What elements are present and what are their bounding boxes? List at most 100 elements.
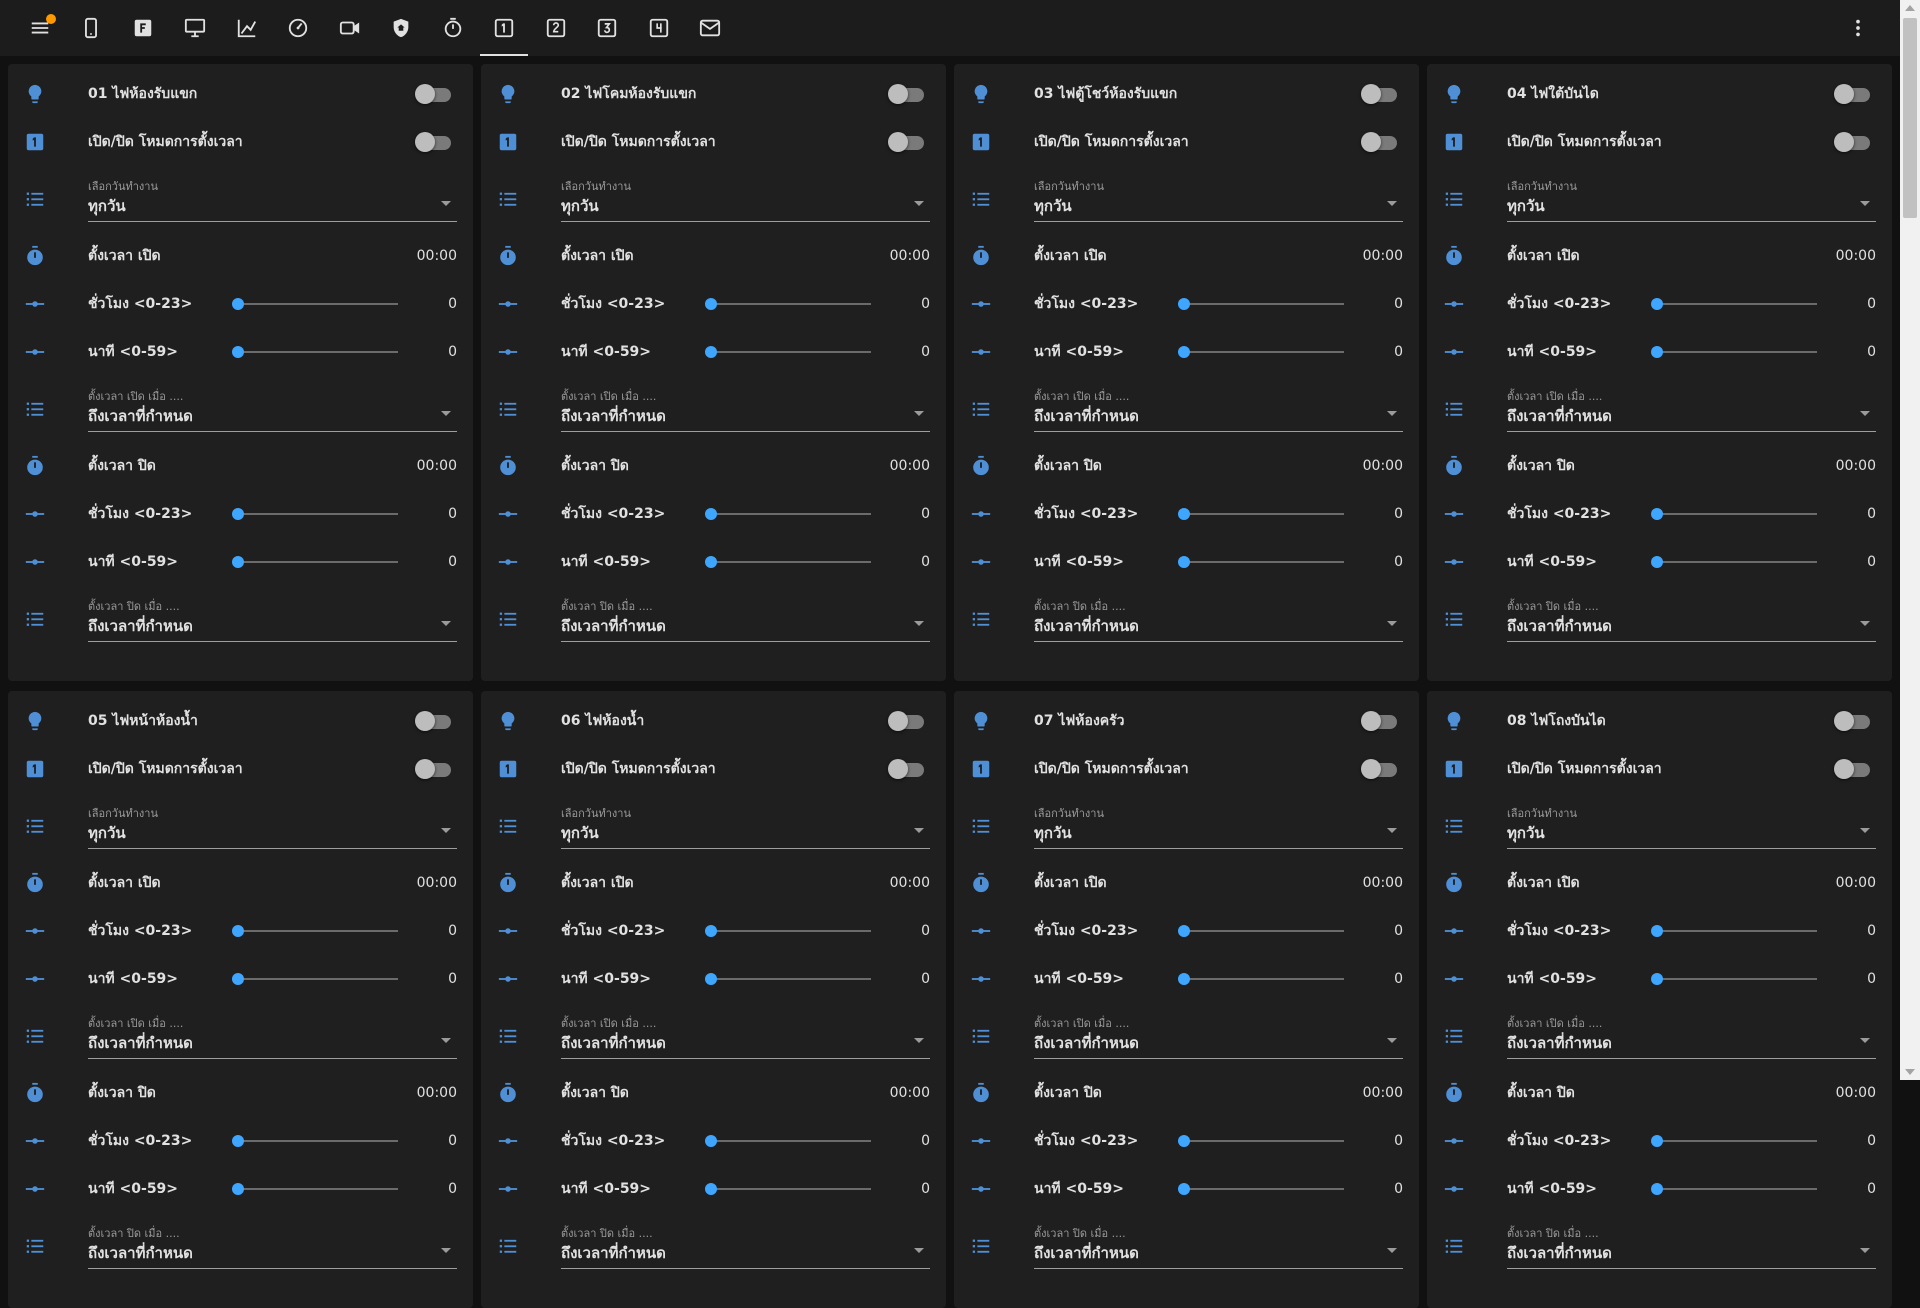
day-select[interactable]: เลือกวันทำงาน ทุกวัน [561, 804, 930, 849]
numeric-3-box-icon[interactable] [587, 8, 627, 48]
off-when-select[interactable]: ตั้งเวลา ปิด เมื่อ .... ถึงเวลาที่กำหนด [1507, 1224, 1876, 1269]
on-minute-slider[interactable] [1651, 342, 1817, 362]
off-minute-slider[interactable] [1651, 1179, 1817, 1199]
email-icon[interactable] [690, 8, 730, 48]
light-toggle[interactable] [1361, 84, 1397, 104]
off-minute-slider[interactable] [1178, 1179, 1344, 1199]
day-select[interactable]: เลือกวันทำงาน ทุกวัน [1034, 804, 1403, 849]
on-when-select[interactable]: ตั้งเวลา เปิด เมื่อ .... ถึงเวลาที่กำหนด [88, 387, 457, 432]
off-when-select[interactable]: ตั้งเวลา ปิด เมื่อ .... ถึงเวลาที่กำหนด [1034, 597, 1403, 642]
gauge-icon[interactable] [278, 8, 318, 48]
chart-line-icon[interactable] [227, 8, 267, 48]
floor-plan-icon[interactable] [123, 8, 163, 48]
off-when-select[interactable]: ตั้งเวลา ปิด เมื่อ .... ถึงเวลาที่กำหนด [1034, 1224, 1403, 1269]
off-when-select[interactable]: ตั้งเวลา ปิด เมื่อ .... ถึงเวลาที่กำหนด [1507, 597, 1876, 642]
lightbulb-icon [970, 74, 1010, 114]
on-hour-slider[interactable] [232, 921, 398, 941]
on-when-select[interactable]: ตั้งเวลา เปิด เมื่อ .... ถึงเวลาที่กำหนด [1034, 387, 1403, 432]
on-minute-slider[interactable] [705, 342, 871, 362]
on-hour-slider[interactable] [705, 294, 871, 314]
off-when-select[interactable]: ตั้งเวลา ปิด เมื่อ .... ถึงเวลาที่กำหนด [88, 597, 457, 642]
timer-mode-toggle[interactable] [888, 132, 924, 152]
video-camera-icon[interactable] [330, 8, 370, 48]
day-select[interactable]: เลือกวันทำงาน ทุกวัน [1507, 804, 1876, 849]
on-when-select[interactable]: ตั้งเวลา เปิด เมื่อ .... ถึงเวลาที่กำหนด [1034, 1014, 1403, 1059]
off-hour-slider[interactable] [1651, 1131, 1817, 1151]
light-toggle[interactable] [888, 84, 924, 104]
day-select[interactable]: เลือกวันทำงาน ทุกวัน [88, 804, 457, 849]
off-hour-slider[interactable] [705, 504, 871, 524]
on-when-select[interactable]: ตั้งเวลา เปิด เมื่อ .... ถึงเวลาที่กำหนด [1507, 1014, 1876, 1059]
timer-icon[interactable] [433, 8, 473, 48]
timer-mode-toggle[interactable] [1361, 132, 1397, 152]
off-when-select[interactable]: ตั้งเวลา ปิด เมื่อ .... ถึงเวลาที่กำหนด [561, 597, 930, 642]
on-hour-slider[interactable] [705, 921, 871, 941]
off-hour-slider[interactable] [1651, 504, 1817, 524]
day-select-row: เลือกวันทำงาน ทุกวัน [1443, 793, 1876, 859]
light-toggle[interactable] [1834, 84, 1870, 104]
light-toggle[interactable] [415, 711, 451, 731]
day-select[interactable]: เลือกวันทำงาน ทุกวัน [561, 177, 930, 222]
off-hour-slider[interactable] [1178, 1131, 1344, 1151]
numeric-1-box-icon[interactable] [480, 8, 528, 56]
scroll-thumb[interactable] [1903, 18, 1917, 218]
cellphone-icon[interactable] [71, 8, 111, 48]
timer-mode-toggle[interactable] [888, 759, 924, 779]
on-minute-slider[interactable] [232, 969, 398, 989]
timer-mode-toggle[interactable] [1834, 132, 1870, 152]
light-toggle[interactable] [1834, 711, 1870, 731]
off-minute-slider[interactable] [1178, 552, 1344, 572]
day-select[interactable]: เลือกวันทำงาน ทุกวัน [88, 177, 457, 222]
day-select[interactable]: เลือกวันทำงาน ทุกวัน [1034, 177, 1403, 222]
scroll-up-arrow[interactable] [1905, 5, 1915, 11]
numeric-2-box-icon[interactable] [536, 8, 576, 48]
scroll-down-arrow[interactable] [1905, 1069, 1915, 1075]
light-card: 03 ไฟตู้โชว์ห้องรับแขก เปิด/ปิด โหมดการต… [954, 64, 1419, 681]
on-hour-slider[interactable] [1651, 921, 1817, 941]
timer-mode-toggle[interactable] [415, 759, 451, 779]
page-scrollbar[interactable] [1900, 0, 1920, 1080]
on-hour-row: ชั่วโมง <0-23> 0 [970, 280, 1403, 328]
day-select[interactable]: เลือกวันทำงาน ทุกวัน [1507, 177, 1876, 222]
numeric-4-box-icon[interactable] [639, 8, 679, 48]
off-hour-slider[interactable] [232, 504, 398, 524]
on-when-select[interactable]: ตั้งเวลา เปิด เมื่อ .... ถึงเวลาที่กำหนด [1507, 387, 1876, 432]
chevron-down-icon [1860, 200, 1870, 206]
off-when-select[interactable]: ตั้งเวลา ปิด เมื่อ .... ถึงเวลาที่กำหนด [88, 1224, 457, 1269]
off-minute-slider[interactable] [705, 552, 871, 572]
on-minute-value: 0 [448, 344, 457, 360]
off-hour-slider[interactable] [1178, 504, 1344, 524]
off-minute-slider[interactable] [705, 1179, 871, 1199]
dots-vertical-icon[interactable] [1838, 8, 1878, 48]
on-minute-slider[interactable] [1178, 969, 1344, 989]
on-minute-slider[interactable] [1178, 342, 1344, 362]
off-minute-slider[interactable] [232, 552, 398, 572]
on-hour-slider[interactable] [1178, 294, 1344, 314]
off-hour-slider[interactable] [232, 1131, 398, 1151]
on-hour-slider[interactable] [232, 294, 398, 314]
on-hour-slider[interactable] [1178, 921, 1344, 941]
security-shield-icon[interactable] [381, 8, 421, 48]
off-minute-value: 0 [1867, 554, 1876, 570]
timer-mode-toggle[interactable] [415, 132, 451, 152]
light-row: 05 ไฟหน้าห้องน้ำ [24, 697, 457, 745]
off-when-select[interactable]: ตั้งเวลา ปิด เมื่อ .... ถึงเวลาที่กำหนด [561, 1224, 930, 1269]
on-when-select[interactable]: ตั้งเวลา เปิด เมื่อ .... ถึงเวลาที่กำหนด [561, 387, 930, 432]
off-hour-slider[interactable] [705, 1131, 871, 1151]
on-minute-slider[interactable] [232, 342, 398, 362]
menu-icon[interactable] [20, 8, 60, 48]
timer-mode-toggle[interactable] [1834, 759, 1870, 779]
on-minute-slider[interactable] [1651, 969, 1817, 989]
on-hour-slider[interactable] [1651, 294, 1817, 314]
off-minute-slider[interactable] [232, 1179, 398, 1199]
monitor-icon[interactable] [175, 8, 215, 48]
light-toggle[interactable] [1361, 711, 1397, 731]
off-minute-slider[interactable] [1651, 552, 1817, 572]
on-minute-slider[interactable] [705, 969, 871, 989]
on-when-select[interactable]: ตั้งเวลา เปิด เมื่อ .... ถึงเวลาที่กำหนด [561, 1014, 930, 1059]
on-when-select[interactable]: ตั้งเวลา เปิด เมื่อ .... ถึงเวลาที่กำหนด [88, 1014, 457, 1059]
light-toggle[interactable] [888, 711, 924, 731]
timer-mode-toggle[interactable] [1361, 759, 1397, 779]
light-toggle[interactable] [415, 84, 451, 104]
day-select-caption: เลือกวันทำงาน [1034, 806, 1104, 820]
